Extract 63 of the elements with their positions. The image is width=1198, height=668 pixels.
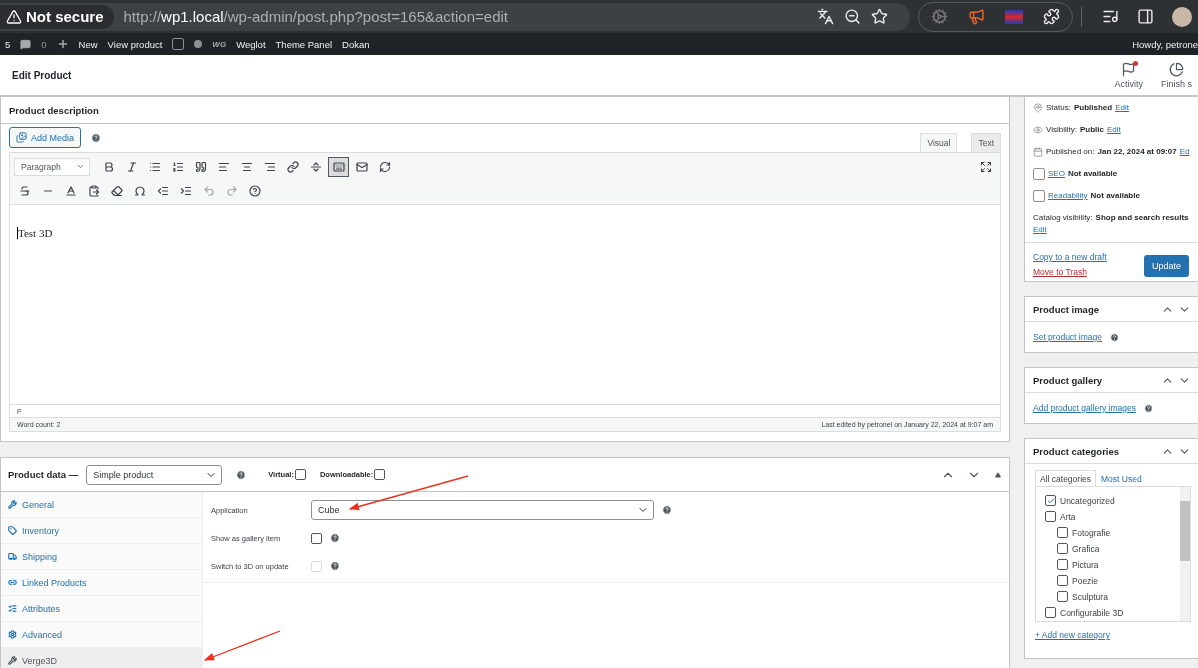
comment-count[interactable]: 0 — [41, 38, 47, 50]
new-link[interactable]: New — [78, 38, 98, 50]
category-label: Uncategorized — [1060, 495, 1115, 506]
meta-label: Published on: — [1046, 147, 1095, 156]
meta-label: Status: — [1046, 103, 1071, 112]
update-button[interactable]: Update — [1143, 255, 1189, 277]
editor-tab[interactable]: Text — [971, 133, 1001, 152]
box-title: Product gallery — [1033, 374, 1104, 386]
page-title: Edit Product — [12, 69, 73, 81]
url-field[interactable]: http://wp1.local/wp-admin/post.php?post=165&action=edit — [123, 8, 508, 25]
add-media-button[interactable]: Add Media — [9, 127, 82, 148]
seo-link[interactable]: Readability — [1048, 191, 1088, 200]
application-select[interactable]: Cube — [311, 500, 654, 520]
box-link[interactable]: Add product gallery images — [1033, 403, 1136, 413]
meta-value: Published — [1073, 103, 1113, 112]
header-action[interactable]: Finish s — [1155, 61, 1198, 89]
meta-value: Jan 22, 2024 at 09:07 — [1097, 147, 1177, 156]
update-count[interactable]: 5 — [5, 38, 11, 50]
product-data-tab[interactable]: Linked Products — [1, 570, 202, 596]
add-category-link[interactable]: + Add new category — [1035, 630, 1110, 640]
meta-value: Shop and search results — [1095, 211, 1189, 224]
box-title: Product data — — [8, 469, 79, 480]
meta-value: Not available — [1067, 169, 1118, 178]
copy-draft-link[interactable]: Copy to a new draft — [1033, 252, 1107, 262]
meta-value: Not available — [1090, 191, 1140, 200]
box-title: Product description — [9, 104, 100, 116]
admin-bar-link[interactable]: Theme Panel — [275, 38, 333, 50]
product-type-select[interactable]: Simple product — [86, 464, 223, 485]
admin-bar-link[interactable]: Dokan — [342, 38, 370, 50]
category-label: Fotografie — [1072, 527, 1111, 538]
meta-label: Visibility: — [1046, 125, 1077, 134]
security-chip[interactable]: Not secure — [0, 4, 114, 29]
box-title: Product image — [1033, 303, 1100, 315]
admin-bar-link[interactable]: View product — [107, 38, 163, 50]
plugin-logo[interactable]: WG — [212, 39, 227, 49]
box-title: Product categories — [1033, 445, 1121, 457]
product-data-tab[interactable]: Inventory — [1, 518, 202, 544]
edit-link[interactable]: Ed — [1179, 147, 1190, 156]
category-tab[interactable]: All categories — [1035, 470, 1097, 486]
product-data-tab[interactable]: Attributes — [1, 596, 202, 622]
product-data-tab[interactable]: General — [1, 492, 202, 518]
greeting[interactable]: Howdy, petrone — [1132, 38, 1198, 50]
header-action[interactable]: Activity — [1108, 61, 1149, 89]
product-data-tab[interactable]: Verge3D — [1, 648, 202, 668]
meta-value: Public — [1080, 125, 1104, 134]
category-label: Arta — [1060, 511, 1076, 522]
format-select[interactable]: Paragraph — [14, 157, 90, 176]
box-link[interactable]: Set product image — [1033, 332, 1102, 342]
seo-link[interactable]: SEO — [1048, 169, 1065, 178]
product-data-tab[interactable]: Shipping — [1, 544, 202, 570]
category-label: Pictura — [1072, 559, 1099, 570]
editor-tab[interactable]: Visual — [920, 133, 958, 152]
edit-link[interactable]: Edit — [1033, 225, 1047, 234]
category-label: Configurabile 3D — [1060, 607, 1124, 618]
editor-content[interactable]: Test 3D — [17, 227, 53, 239]
category-label: Poezie — [1072, 575, 1098, 586]
category-label: Sculptura — [1072, 591, 1108, 602]
admin-bar-link[interactable]: Weglot — [236, 38, 266, 50]
category-label: Grafica — [1072, 543, 1100, 554]
edit-link[interactable]: Edit — [1115, 103, 1129, 112]
meta-label: Catalog visibility: — [1033, 211, 1093, 224]
edit-link[interactable]: Edit — [1107, 125, 1121, 134]
trash-link[interactable]: Move to Trash — [1033, 267, 1107, 277]
